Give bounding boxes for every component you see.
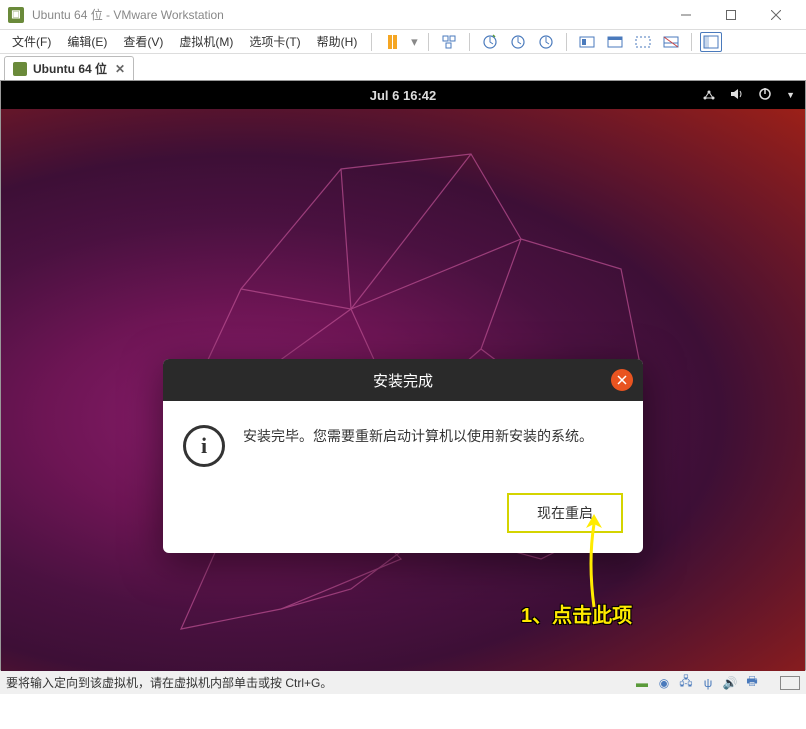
thumbnail-bar-icon[interactable] [659, 30, 683, 54]
maximize-button[interactable] [708, 1, 753, 29]
menu-help[interactable]: 帮助(H) [311, 31, 364, 52]
usb-icon[interactable]: ψ [700, 675, 716, 691]
menu-edit[interactable]: 编辑(E) [61, 31, 113, 52]
menu-vm[interactable]: 虚拟机(M) [173, 31, 239, 52]
separator [469, 33, 470, 51]
sound-card-icon[interactable]: 🔊 [722, 675, 738, 691]
info-icon: i [183, 425, 225, 467]
ubuntu-topbar: Jul 6 16:42 ▼ [1, 81, 805, 109]
separator [566, 33, 567, 51]
sound-icon [730, 87, 744, 104]
ubuntu-desktop: 安装完成 i 安装完毕。您需要重新启动计算机以使用新安装的系统。 现在重启 1、… [1, 109, 805, 671]
vm-icon [13, 62, 27, 76]
separator [371, 33, 372, 51]
power-icon [758, 87, 772, 104]
library-icon[interactable] [700, 32, 722, 52]
dialog-body: i 安装完毕。您需要重新启动计算机以使用新安装的系统。 [163, 401, 643, 487]
status-hint: 要将输入定向到该虚拟机，请在虚拟机内部单击或按 Ctrl+G。 [6, 674, 634, 691]
menu-view[interactable]: 查看(V) [117, 31, 169, 52]
unity-mode-icon[interactable] [603, 30, 627, 54]
dropdown-icon[interactable]: ▾ [408, 30, 420, 54]
chevron-down-icon: ▼ [786, 90, 795, 100]
restart-now-button[interactable]: 现在重启 [507, 493, 623, 533]
suspend-button[interactable] [380, 30, 404, 54]
menu-file[interactable]: 文件(F) [6, 31, 57, 52]
statusbar: 要将输入定向到该虚拟机，请在虚拟机内部单击或按 Ctrl+G。 ▬ ◉ 🖧 ψ … [0, 670, 806, 694]
dialog-close-button[interactable] [611, 369, 633, 391]
message-log-icon[interactable] [780, 676, 800, 690]
menubar: 文件(F) 编辑(E) 查看(V) 虚拟机(M) 选项卡(T) 帮助(H) ▾ [0, 30, 806, 54]
window-titlebar: ▣ Ubuntu 64 位 - VMware Workstation [0, 0, 806, 30]
stretch-icon[interactable] [631, 30, 655, 54]
fullscreen-icon[interactable] [575, 30, 599, 54]
status-area[interactable]: ▼ [702, 87, 795, 104]
app-icon: ▣ [8, 7, 24, 23]
dialog-titlebar: 安装完成 [163, 359, 643, 401]
tab-ubuntu[interactable]: Ubuntu 64 位 ✕ [4, 56, 134, 80]
minimize-button[interactable] [663, 1, 708, 29]
device-status-icons: ▬ ◉ 🖧 ψ 🔊 🖶 [634, 675, 800, 691]
cd-dvd-icon[interactable]: ◉ [656, 675, 672, 691]
network-adapter-icon[interactable]: 🖧 [678, 675, 694, 691]
window-controls [663, 1, 798, 29]
annotation-text: 1、点击此项 [521, 599, 632, 628]
dialog-footer: 现在重启 [163, 487, 643, 553]
snapshot-manager-icon[interactable] [534, 30, 558, 54]
separator [691, 33, 692, 51]
printer-icon[interactable]: 🖶 [744, 675, 760, 691]
vm-display[interactable]: Jul 6 16:42 ▼ [0, 80, 806, 670]
datetime: Jul 6 16:42 [370, 88, 437, 103]
separator [428, 33, 429, 51]
vm-tabs: Ubuntu 64 位 ✕ [0, 54, 806, 80]
dialog-message: 安装完毕。您需要重新启动计算机以使用新安装的系统。 [243, 425, 593, 447]
menu-tabs[interactable]: 选项卡(T) [243, 31, 306, 52]
dialog-title: 安装完成 [373, 370, 433, 391]
snapshot-revert-icon[interactable] [506, 30, 530, 54]
tab-label: Ubuntu 64 位 [33, 60, 107, 77]
tab-close-icon[interactable]: ✕ [115, 62, 125, 76]
snapshot-take-icon[interactable] [478, 30, 502, 54]
network-icon [702, 87, 716, 104]
send-ctrl-alt-del-icon[interactable] [437, 30, 461, 54]
window-title: Ubuntu 64 位 - VMware Workstation [32, 6, 663, 23]
hard-disk-icon[interactable]: ▬ [634, 675, 650, 691]
install-complete-dialog: 安装完成 i 安装完毕。您需要重新启动计算机以使用新安装的系统。 现在重启 [163, 359, 643, 553]
close-button[interactable] [753, 1, 798, 29]
